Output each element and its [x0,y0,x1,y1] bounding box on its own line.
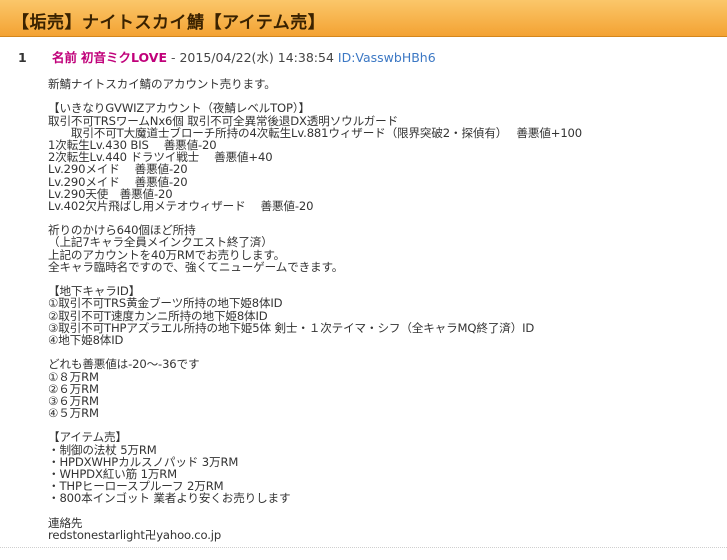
post-body-line: ③取引不可THPアズラエル所持の地下姫5体 剣士・１次テイマ・シフ（全キャラMQ… [48,320,535,335]
post-body-line: ・800本インゴット 業者より安くお売りします [48,491,291,506]
post-body-line: 全キャラ臨時名ですので、強くてニューゲームできます。 [48,259,344,274]
post-date: 2015/04/22(水) 14:38:54 [179,50,334,65]
separator: - [167,50,180,65]
post-body-line: 新鯖ナイトスカイ鯖のアカウント売ります。 [48,77,276,91]
post-body-line: 【アイテム売】 [48,430,127,445]
post-body-line: redstonestarlight卍yahoo.co.jp [48,527,222,542]
post-body-line: ・制御の法杖 5万RM [48,442,157,457]
post-body-line: Lv.290メイド 善悪値-20 [48,162,188,177]
post-body-line: Lv.290メイド 善悪値-20 [48,174,188,189]
post-body-line: 上記のアカウントを40万RMでお売りします。 [48,247,286,262]
post-body-line: ③６万RM [48,393,99,408]
post-body-line: ④５万RM [48,406,99,421]
name-label: 名前 [51,50,77,65]
author-name: 初音ミクLOVE [80,50,168,65]
post-id[interactable]: ID:VasswbHBh6 [338,50,436,65]
post-body: 新鯖ナイトスカイ鯖のアカウント売ります。【いきなりGVWIZアカウント（夜鯖レベ… [48,78,718,541]
post-body-line: どれも善悪値は-20～-36です [48,357,200,372]
post-body-line: ④地下姫8体ID [48,332,124,347]
thread-title-bar: 【垢売】ナイトスカイ鯖【アイテム売】 [0,0,727,37]
divider [0,547,727,548]
post-body-line: 取引不可TRSワームNx6個 取引不可全異常後退DX透明ソウルガード [48,113,399,128]
post-body-line: （上記7キャラ全員メインクエスト終了済） [48,235,273,250]
post-body-line: ①８万RM [48,369,99,384]
post-body-line: ②取引不可T速度カンニ所持の地下姫8体ID [48,308,268,323]
thread-title: 【垢売】ナイトスカイ鯖【アイテム売】 [12,13,326,33]
post-number[interactable]: 1 [18,50,48,65]
post-header: 1 名前 初音ミクLOVE - 2015/04/22(水) 14:38:54 I… [18,47,436,65]
post-body-line: ②６万RM [48,381,99,396]
post-body-line: 【いきなりGVWIZアカウント（夜鯖レベルTOP）】 [48,101,310,116]
post-body-line: Lv.402欠片飛ばし用メテオウィザード 善悪値-20 [48,198,314,213]
post-body-line: ①取引不可TRS黄金ブーツ所持の地下姫8体ID [48,296,283,311]
